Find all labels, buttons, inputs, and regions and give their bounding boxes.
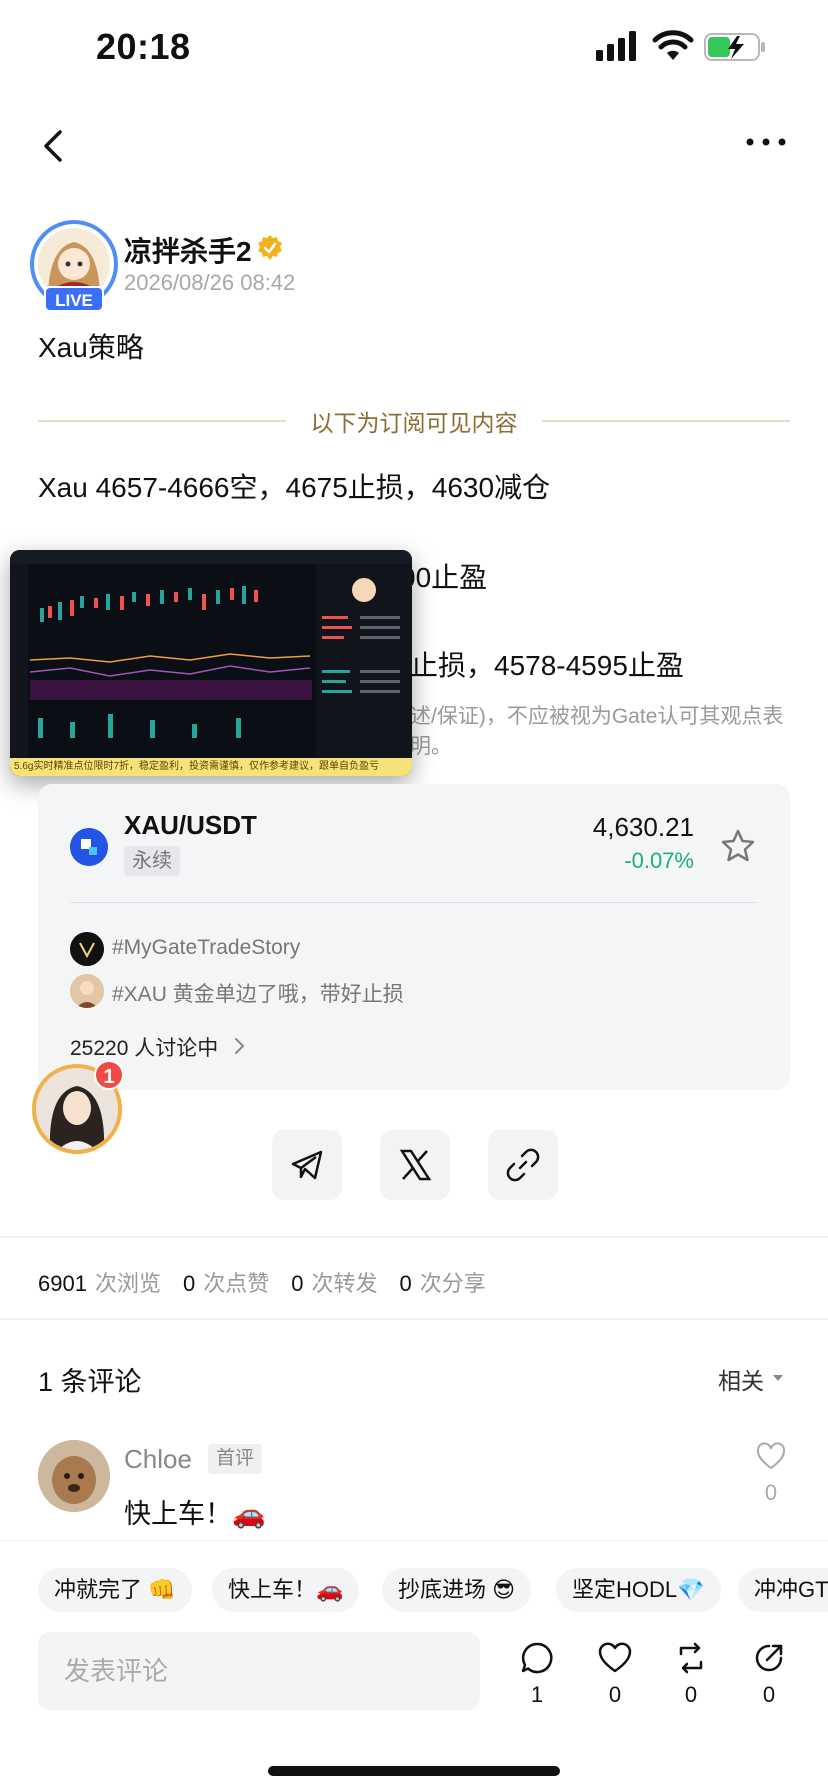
section-divider-2 xyxy=(0,1318,828,1320)
pair-change: -0.07% xyxy=(624,848,694,873)
pair-price: 4,630.21 xyxy=(592,812,694,842)
comment-bubble-icon xyxy=(521,1642,553,1674)
notification-badge: 1 xyxy=(94,1060,124,1090)
contract-type-tag: 永续 xyxy=(124,846,180,876)
repost-icon xyxy=(679,1642,703,1674)
views-count: 6901 xyxy=(38,1271,87,1296)
like-action[interactable]: 0 xyxy=(590,1640,640,1708)
more-options-icon[interactable] xyxy=(744,136,788,148)
shares-count: 0 xyxy=(399,1271,412,1296)
comment-sort-dropdown[interactable]: 相关 xyxy=(718,1362,764,1396)
floating-chart-screenshot[interactable]: 5.6g实时精准点位限时7折，稳定盈利，投资需谨慎，仅作参考建议，跟单自负盈亏 xyxy=(10,550,412,776)
verified-badge-icon xyxy=(258,235,282,260)
quick-reply-chip[interactable]: 冲冲GT xyxy=(738,1568,828,1612)
topic-author-avatar xyxy=(70,974,104,1008)
trade-pair-name[interactable]: XAU/USDT xyxy=(124,810,257,841)
heart-icon xyxy=(598,1642,632,1673)
likes-label: 次点赞 xyxy=(203,1271,270,1296)
post-line-3: 止损，4578-4595止盈 xyxy=(410,650,684,681)
link-icon xyxy=(506,1148,540,1182)
cellular-signal-icon xyxy=(596,31,636,61)
comment-text: 快上车！🚗 xyxy=(124,1499,266,1529)
home-indicator[interactable] xyxy=(268,1766,560,1776)
repost-action[interactable]: 0 xyxy=(666,1640,716,1708)
comment-like-count: 0 xyxy=(764,1480,778,1505)
topic-tag-mygatetradestory[interactable]: #MyGateTradeStory xyxy=(112,936,300,960)
comment-like-heart-icon[interactable] xyxy=(756,1442,786,1472)
telegram-icon xyxy=(291,1150,323,1180)
disclaimer-text: 述/保证)，不应被视为Gate认可其观点表 明。 xyxy=(410,705,784,758)
copy-link-button[interactable] xyxy=(488,1130,558,1200)
commenter-avatar[interactable] xyxy=(38,1440,110,1512)
card-divider xyxy=(70,902,758,903)
trading-chart-image xyxy=(10,550,412,758)
x-logo-icon xyxy=(399,1149,432,1181)
chart-promo-banner: 5.6g实时精准点位限时7折，稳定盈利，投资需谨慎，仅作参考建议，跟单自负盈亏 xyxy=(10,758,412,776)
mygate-logo-icon xyxy=(70,932,104,966)
quick-reply-chip[interactable]: 抄底进场 😎 xyxy=(382,1568,532,1612)
divider-right xyxy=(542,420,790,422)
divider-left xyxy=(38,420,286,422)
quick-reply-chip[interactable]: 冲就完了 👊 xyxy=(38,1568,192,1612)
post-line-2: 00止盈 xyxy=(400,562,488,593)
battery-charging-icon xyxy=(704,33,765,61)
section-divider xyxy=(0,1236,828,1238)
reposts-count: 0 xyxy=(291,1271,304,1296)
first-comment-tag: 首评 xyxy=(208,1444,263,1474)
repost-count: 0 xyxy=(684,1682,698,1707)
post-stats: 6901 次浏览 0 次点赞 0 次转发 0 次分享 xyxy=(38,1266,486,1298)
post-title: Xau策略 xyxy=(38,332,144,363)
shares-label: 次分享 xyxy=(419,1271,486,1296)
subscriber-content-label: 以下为订阅可见内容 xyxy=(310,410,518,436)
back-arrow-icon[interactable] xyxy=(38,126,68,166)
comments-header: 1 条评论 xyxy=(38,1367,142,1397)
topic-tag-xau[interactable]: #XAU 黄金单边了哦，带好止损 xyxy=(112,978,404,1008)
discussion-count[interactable]: 25220 人讨论中 xyxy=(70,1032,218,1062)
post-line-1: Xau 4657-4666空，4675止损，4630减仓 xyxy=(38,472,551,503)
caret-down-icon[interactable] xyxy=(772,1374,784,1382)
post-timestamp: 2026/08/26 08:42 xyxy=(124,270,296,295)
likes-count: 0 xyxy=(182,1271,196,1296)
comment-input[interactable]: 发表评论 xyxy=(38,1632,480,1710)
chevron-right-icon xyxy=(235,1038,245,1054)
gate-coin-icon xyxy=(70,828,108,866)
live-badge: LIVE xyxy=(44,286,104,312)
like-count: 0 xyxy=(608,1682,622,1707)
reposts-label: 次转发 xyxy=(311,1271,378,1296)
share-action[interactable]: 0 xyxy=(744,1640,794,1708)
share-icon xyxy=(755,1644,783,1672)
share-telegram-button[interactable] xyxy=(272,1130,342,1200)
comment-count: 1 xyxy=(530,1682,544,1707)
quick-reply-chip[interactable]: 坚定HODL💎 xyxy=(556,1568,721,1612)
quick-reply-chip[interactable]: 快上车！🚗 xyxy=(212,1568,360,1612)
views-label: 次浏览 xyxy=(94,1271,161,1296)
favorite-star-icon[interactable] xyxy=(720,828,756,864)
comment-action[interactable]: 1 xyxy=(512,1640,562,1708)
commenter-name[interactable]: Chloe xyxy=(124,1444,192,1475)
author-name[interactable]: 凉拌杀手2 xyxy=(124,230,252,270)
status-time: 20:18 xyxy=(96,26,191,67)
share-count: 0 xyxy=(762,1682,776,1707)
wifi-icon xyxy=(652,30,694,60)
share-x-button[interactable] xyxy=(380,1130,450,1200)
